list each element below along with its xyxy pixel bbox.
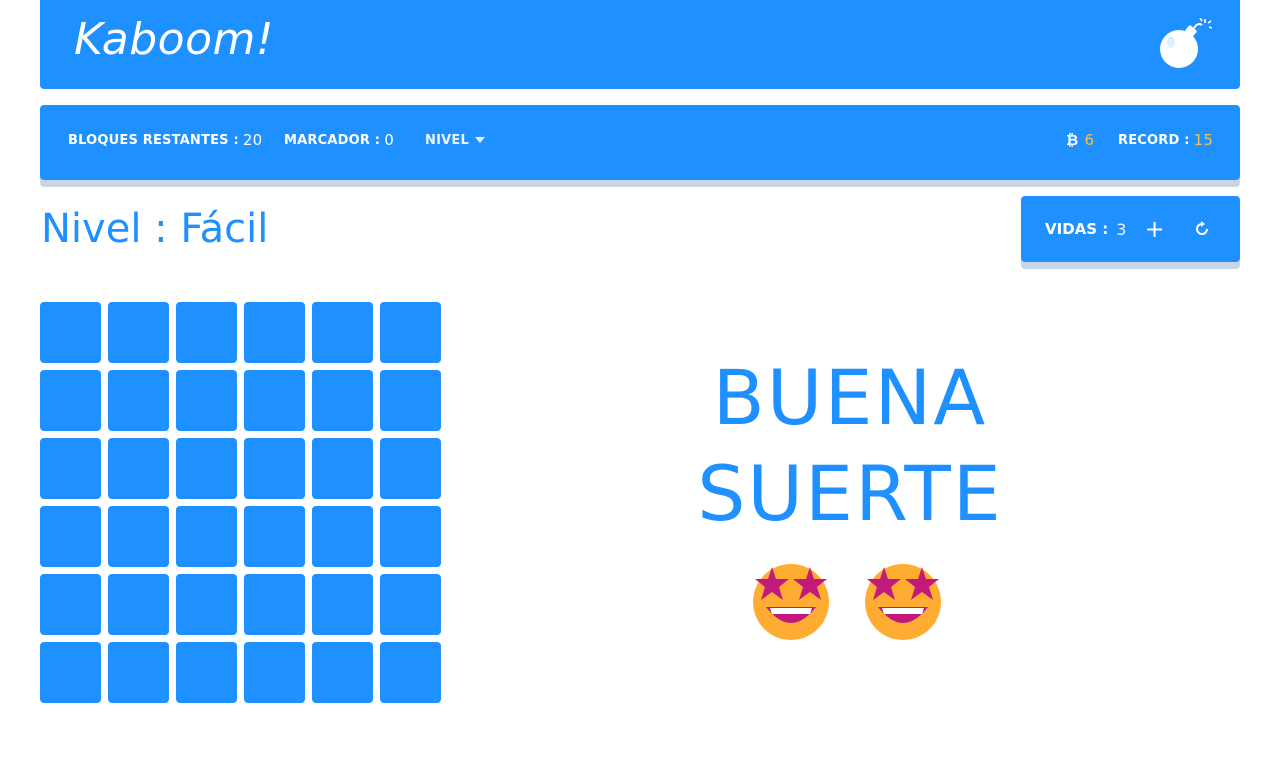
board-cell[interactable]	[108, 370, 169, 431]
board-cell[interactable]	[312, 370, 373, 431]
board-cell[interactable]	[244, 370, 305, 431]
board-cell[interactable]	[312, 302, 373, 363]
board-cell[interactable]	[312, 438, 373, 499]
board-cell[interactable]	[40, 438, 101, 499]
board-cell[interactable]	[176, 642, 237, 703]
coins-value: 6	[1084, 131, 1095, 149]
board-cell[interactable]	[40, 506, 101, 567]
blocks-remaining: BLOQUES RESTANTES : 20	[68, 105, 262, 175]
board-cell[interactable]	[40, 302, 101, 363]
score: MARCADOR : 0	[284, 105, 394, 175]
record-label: RECORD :	[1118, 132, 1190, 148]
board-cell[interactable]	[108, 438, 169, 499]
board-cell[interactable]	[40, 642, 101, 703]
refresh-icon[interactable]	[1193, 220, 1211, 238]
status-bar: BLOQUES RESTANTES : 20 MARCADOR : 0 NIVE…	[40, 105, 1240, 180]
board-cell[interactable]	[312, 574, 373, 635]
lives-label: VIDAS :	[1045, 220, 1109, 238]
board-cell[interactable]	[40, 574, 101, 635]
star-struck-face-icon	[865, 564, 941, 640]
emoji-row	[748, 557, 948, 643]
board-cell[interactable]	[40, 370, 101, 431]
board-cell[interactable]	[176, 302, 237, 363]
board-cell[interactable]	[108, 574, 169, 635]
board-cell[interactable]	[176, 506, 237, 567]
board-cell[interactable]	[312, 506, 373, 567]
coins: ₿ 6	[1066, 105, 1094, 175]
record: RECORD : 15	[1118, 105, 1213, 175]
board-cell[interactable]	[244, 438, 305, 499]
board-cell[interactable]	[380, 506, 441, 567]
score-label: MARCADOR :	[284, 132, 381, 148]
board-cell[interactable]	[244, 302, 305, 363]
star-struck-face-icon	[753, 564, 829, 640]
board-cell[interactable]	[244, 506, 305, 567]
board-cell[interactable]	[176, 574, 237, 635]
app-header: Kaboom!	[40, 0, 1240, 89]
message-line-1: BUENA	[712, 353, 988, 442]
board-cell[interactable]	[108, 302, 169, 363]
board-cell[interactable]	[380, 302, 441, 363]
lives-panel: VIDAS : 3 +	[1021, 196, 1240, 262]
level-title: Nivel : Fácil	[41, 206, 269, 252]
board-cell[interactable]	[312, 642, 373, 703]
board-cell[interactable]	[380, 370, 441, 431]
record-value: 15	[1193, 131, 1214, 149]
app-title: Kaboom!	[74, 14, 275, 65]
board-cell[interactable]	[380, 438, 441, 499]
board-cell[interactable]	[176, 370, 237, 431]
game-board	[40, 302, 441, 703]
bomb-icon	[1160, 18, 1212, 68]
good-luck-message: BUENA SUERTE	[640, 350, 1060, 542]
blocks-remaining-label: BLOQUES RESTANTES :	[68, 132, 239, 148]
board-cell[interactable]	[244, 574, 305, 635]
board-cell[interactable]	[380, 574, 441, 635]
level-dropdown-label: NIVEL	[425, 132, 469, 148]
message-line-2: SUERTE	[697, 449, 1003, 538]
bitcoin-icon: ₿	[1066, 131, 1079, 149]
level-dropdown[interactable]: NIVEL	[425, 105, 485, 175]
board-cell[interactable]	[108, 642, 169, 703]
plus-icon[interactable]: +	[1144, 217, 1164, 241]
board-cell[interactable]	[380, 642, 441, 703]
board-cell[interactable]	[244, 642, 305, 703]
lives-value: 3	[1116, 219, 1127, 239]
board-cell[interactable]	[108, 506, 169, 567]
score-value: 0	[384, 131, 394, 149]
blocks-remaining-value: 20	[242, 131, 263, 149]
board-cell[interactable]	[176, 438, 237, 499]
caret-down-icon	[474, 137, 485, 143]
